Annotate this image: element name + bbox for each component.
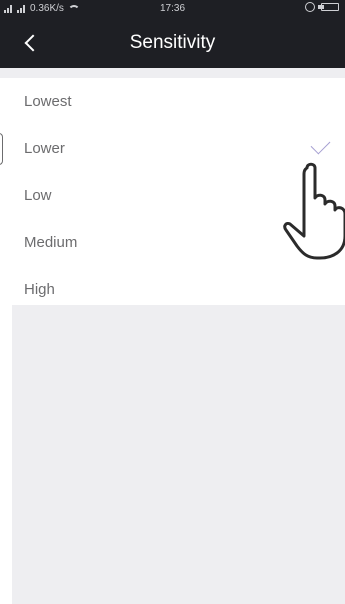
page-title: Sensitivity bbox=[129, 32, 216, 53]
option-label: High bbox=[24, 281, 55, 298]
status-right bbox=[305, 2, 339, 12]
option-label: Lowest bbox=[24, 93, 72, 110]
alarm-icon bbox=[305, 2, 315, 12]
status-time: 17:36 bbox=[159, 3, 186, 14]
pointing-hand-icon bbox=[283, 162, 345, 260]
selection-tab-indicator bbox=[0, 133, 3, 165]
checkmark-icon bbox=[310, 134, 331, 155]
option-label: Low bbox=[24, 187, 52, 204]
back-button[interactable] bbox=[22, 31, 42, 55]
app-header: 0.36K/s 17:36 Sensitivity bbox=[0, 0, 345, 68]
top-separator bbox=[0, 68, 345, 78]
option-label: Medium bbox=[24, 234, 78, 251]
option-lowest[interactable]: Lowest bbox=[0, 78, 345, 125]
status-bar: 0.36K/s 17:36 bbox=[0, 0, 345, 18]
battery-icon bbox=[318, 3, 339, 11]
option-label: Lower bbox=[24, 140, 65, 157]
top-bar: Sensitivity bbox=[0, 18, 345, 68]
empty-panel bbox=[12, 305, 345, 604]
